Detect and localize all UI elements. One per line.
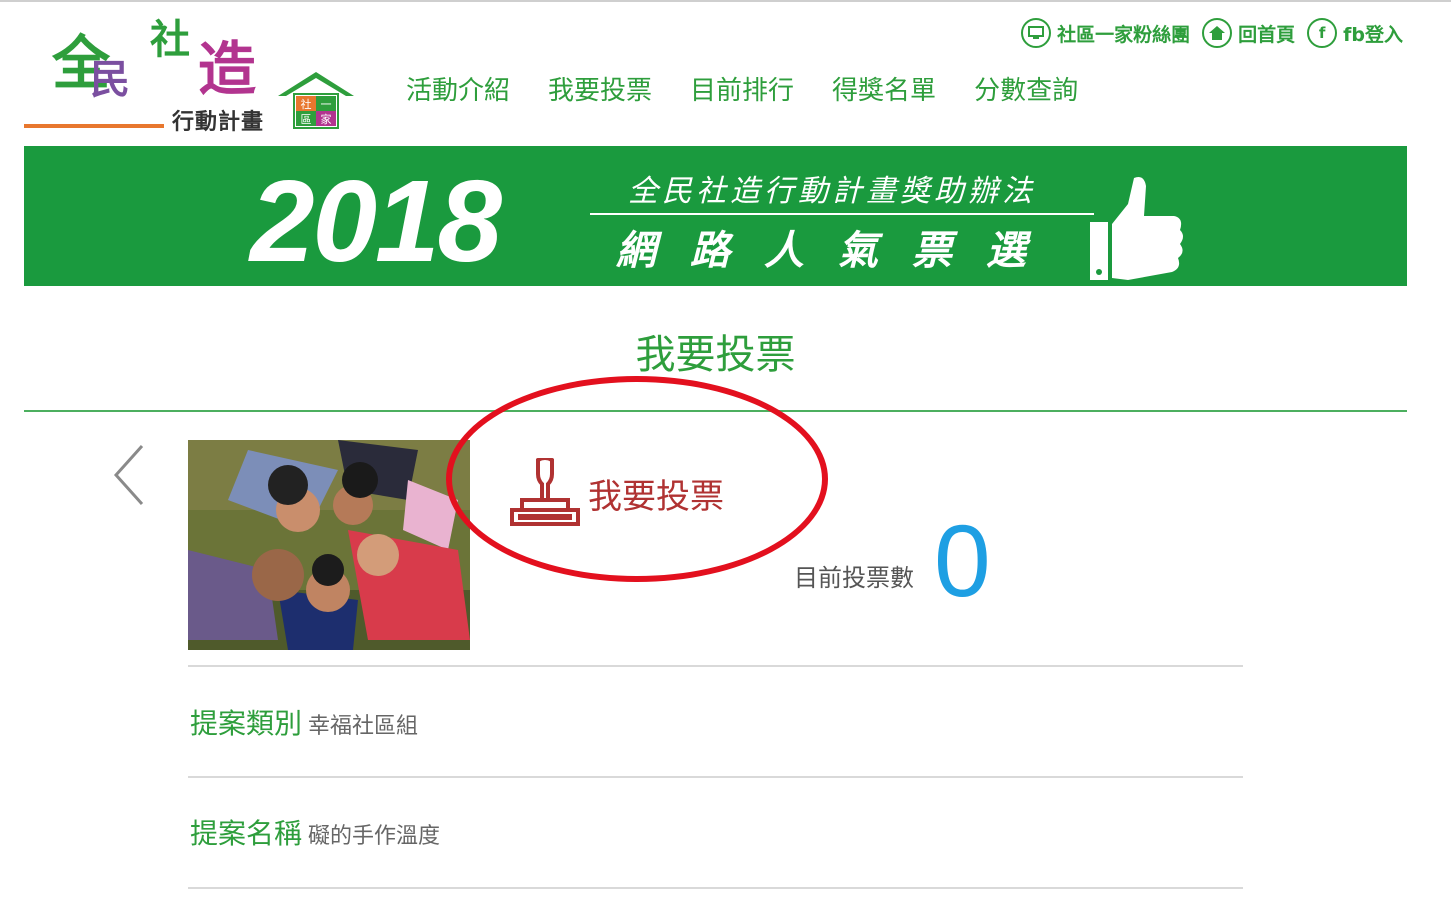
nav-item-vote[interactable]: 我要投票 — [548, 70, 652, 107]
proposal-name-value: 礙的手作溫度 — [308, 824, 441, 849]
vote-count-value: 0 — [934, 504, 991, 618]
details-divider-1 — [188, 665, 1243, 667]
thumbs-up-icon — [1090, 177, 1183, 280]
candidate-photo — [188, 440, 470, 650]
house-logo-icon: 社 一 區 家 — [278, 72, 354, 129]
nav-item-score[interactable]: 分數查詢 — [974, 70, 1078, 107]
nav-item-intro[interactable]: 活動介紹 — [406, 70, 510, 107]
banner-headline: 網路人氣票選 — [616, 228, 1060, 274]
badge-char-1: 社 — [301, 97, 312, 111]
facebook-icon[interactable]: f — [1307, 18, 1338, 48]
logo-char-4: 造 — [198, 35, 257, 103]
nav-item-ranking[interactable]: 目前排行 — [690, 70, 794, 107]
home-icon[interactable] — [1202, 18, 1233, 48]
main-nav: 活動介紹 我要投票 目前排行 得獎名單 分數查詢 — [406, 70, 1078, 107]
banner-subtitle: 全民社造行動計畫獎助辦法 — [628, 174, 1036, 209]
detail-row-name: 提案名稱 礙的手作溫度 — [190, 812, 440, 852]
badge-char-3: 區 — [301, 113, 312, 126]
site-logo[interactable]: 全 民 社 造 行動計畫 社 一 區 家 — [22, 20, 362, 136]
page-title: 我要投票 — [635, 332, 796, 378]
banner-year: 2018 — [250, 156, 502, 286]
fb-login-link[interactable]: fb登入 — [1343, 20, 1403, 47]
monitor-icon[interactable] — [1021, 18, 1052, 48]
top-links: 社區一家粉絲團 回首頁 f fb登入 — [1021, 18, 1409, 48]
details-divider-3 — [188, 887, 1243, 889]
category-value: 幸福社區組 — [308, 714, 419, 739]
badge-char-4: 家 — [321, 112, 332, 126]
banner-divider — [590, 213, 1094, 215]
badge-char-2: 一 — [321, 98, 332, 111]
proposal-name-key: 提案名稱 — [190, 817, 303, 850]
logo-underline — [24, 124, 164, 128]
vote-count-label: 目前投票數 — [794, 564, 914, 592]
hero-banner: 2018 全民社造行動計畫獎助辦法 網路人氣票選 — [24, 146, 1407, 286]
logo-char-2: 民 — [90, 56, 130, 103]
nav-item-winners[interactable]: 得獎名單 — [832, 70, 936, 107]
highlight-oval — [446, 376, 828, 582]
details-divider-2 — [188, 776, 1243, 778]
logo-subtitle: 行動計畫 — [172, 109, 265, 135]
category-key: 提案類別 — [190, 707, 303, 740]
home-link[interactable]: 回首頁 — [1238, 20, 1295, 47]
logo-char-3: 社 — [150, 16, 190, 63]
detail-row-category: 提案類別 幸福社區組 — [190, 702, 418, 742]
fan-page-link[interactable]: 社區一家粉絲團 — [1057, 20, 1190, 47]
chevron-left-icon[interactable] — [110, 442, 150, 508]
